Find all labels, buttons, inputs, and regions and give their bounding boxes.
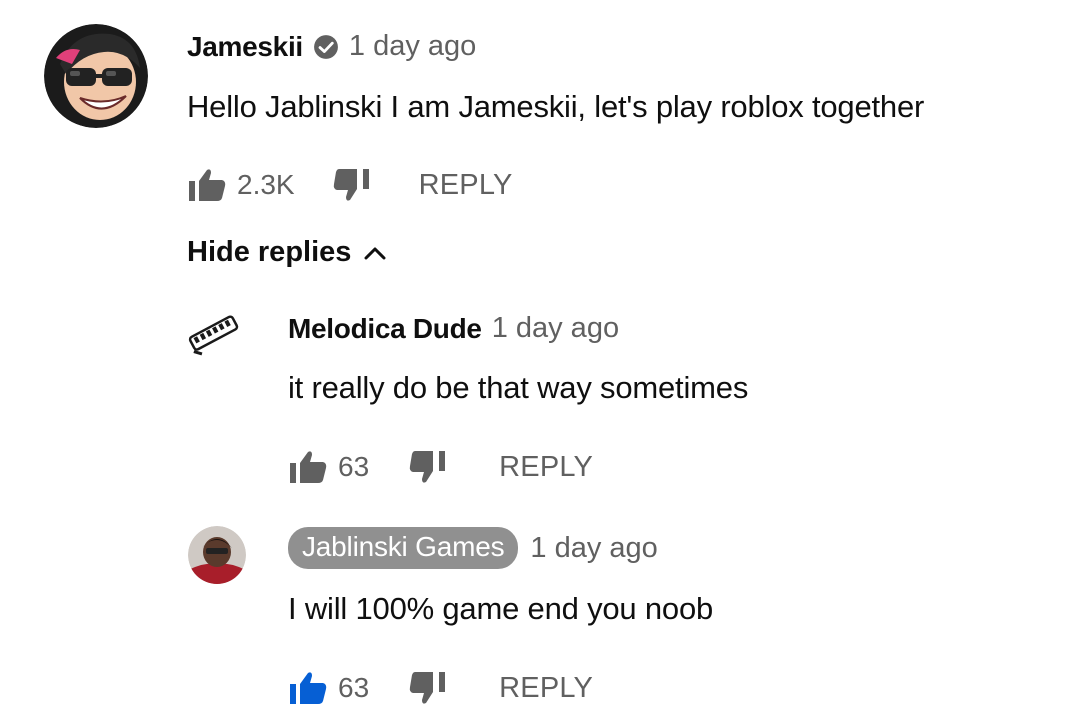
timestamp[interactable]: 1 day ago	[349, 30, 476, 63]
channel-owner-badge[interactable]: Jablinski Games	[288, 527, 519, 569]
like-count: 2.3K	[237, 169, 295, 200]
comment-text: it really do be that way sometimes	[288, 370, 749, 405]
melodica-icon	[188, 315, 239, 356]
cartoon-avatar-icon	[44, 24, 148, 128]
hide-replies-label: Hide replies	[187, 236, 352, 268]
thumbs-down-icon[interactable]	[409, 449, 449, 485]
avatar[interactable]	[44, 24, 148, 128]
like-count: 63	[338, 672, 370, 703]
timestamp[interactable]: 1 day ago	[492, 312, 619, 345]
comment-actions: 63 REPLY	[288, 449, 593, 485]
verified-check-icon	[314, 34, 338, 59]
comment-actions: 63 REPLY	[288, 670, 593, 706]
comment-header: Jablinski Games 1 day ago	[288, 527, 658, 569]
chevron-up-icon	[364, 247, 386, 259]
comment-text: Hello Jablinski I am Jameskii, let's pla…	[187, 89, 925, 124]
timestamp[interactable]: 1 day ago	[530, 532, 657, 565]
thumbs-up-liked-icon[interactable]	[288, 670, 328, 706]
thumbs-down-icon[interactable]	[409, 670, 449, 706]
author-name[interactable]: Jameskii	[187, 31, 303, 63]
thumbs-up-icon[interactable]	[288, 449, 328, 485]
like-count: 63	[338, 451, 370, 482]
comment-header: Jameskii 1 day ago	[187, 30, 476, 63]
reply-button[interactable]: REPLY	[419, 169, 513, 202]
thumbs-down-icon[interactable]	[333, 167, 373, 203]
avatar[interactable]	[188, 526, 246, 584]
comment-header: Melodica Dude 1 day ago	[288, 312, 619, 345]
avatar[interactable]	[186, 306, 242, 362]
comment-text: I will 100% game end you noob	[288, 591, 714, 626]
thumbs-up-icon[interactable]	[187, 167, 227, 203]
reply-button[interactable]: REPLY	[499, 451, 593, 484]
comment-actions: 2.3K REPLY	[187, 167, 513, 203]
hide-replies-toggle[interactable]: Hide replies	[187, 236, 387, 269]
author-name[interactable]: Melodica Dude	[288, 313, 482, 345]
reply-button[interactable]: REPLY	[499, 672, 593, 705]
person-photo-icon	[188, 526, 246, 584]
